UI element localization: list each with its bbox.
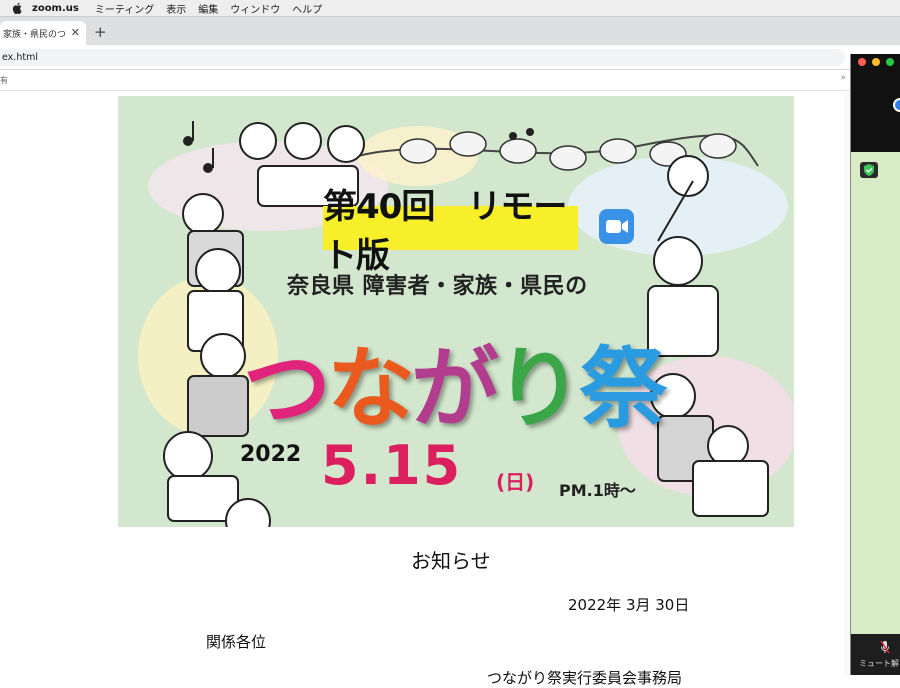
browser-tab[interactable]: 家族・県民のつ ✕	[0, 21, 86, 45]
menu-window[interactable]: ウィンドウ	[230, 1, 280, 16]
mic-muted-icon[interactable]	[880, 640, 890, 654]
window-close-icon[interactable]	[858, 58, 866, 66]
zoom-toolbar: ミュート解	[851, 634, 900, 675]
address-bar: ex.html	[0, 45, 850, 70]
zoom-meeting-panel: ミュート解	[850, 54, 900, 675]
window-minimize-icon[interactable]	[872, 58, 880, 66]
banner-main-title: つながり祭	[243, 318, 683, 440]
main-char-3: が	[411, 337, 499, 440]
apple-icon[interactable]	[12, 2, 24, 14]
main-char-1: つ	[243, 337, 331, 440]
menu-edit[interactable]: 編集	[198, 1, 218, 16]
notice-date: 2022年 3月 30日	[568, 596, 690, 614]
main-char-4: り	[495, 337, 583, 440]
notice-addressee: 関係各位	[206, 633, 267, 651]
zoom-camera-icon	[599, 209, 634, 244]
event-banner: 第40回 リモート版 奈良県 障害者・家族・県民の つながり祭 2022 5.1…	[118, 96, 794, 527]
notice-sender: つながり祭実行委員会事務局	[487, 669, 683, 687]
mac-menu-bar: zoom.us ミーティング 表示 編集 ウィンドウ ヘルプ	[0, 0, 900, 17]
url-text: ex.html	[2, 52, 38, 63]
bookmarks-bar: 有 »	[0, 70, 850, 91]
banner-edition: 第40回 リモート版	[323, 187, 578, 276]
banner-day: (日)	[496, 470, 535, 494]
banner-date: 5.15	[321, 434, 463, 497]
url-field[interactable]: ex.html	[0, 49, 845, 66]
page-content: 第40回 リモート版 奈良県 障害者・家族・県民の つながり祭 2022 5.1…	[0, 91, 850, 687]
tab-title: 家族・県民のつ	[3, 29, 67, 40]
notice-title: お知らせ	[411, 549, 491, 573]
mute-button-label[interactable]: ミュート解	[859, 658, 899, 669]
menu-meeting[interactable]: ミーティング	[95, 1, 154, 16]
menu-help[interactable]: ヘルプ	[292, 1, 322, 16]
menu-view[interactable]: 表示	[166, 1, 186, 16]
browser-tab-strip: 家族・県民のつ ✕ +	[0, 17, 900, 45]
zoom-video-area	[851, 54, 900, 152]
bookmarks-more-icon[interactable]: »	[840, 73, 846, 83]
participant-video-icon[interactable]	[893, 98, 900, 112]
security-shield-icon[interactable]	[860, 162, 878, 178]
bookmark-item[interactable]: 有	[0, 75, 8, 86]
window-zoom-icon[interactable]	[886, 58, 894, 66]
close-icon[interactable]: ✕	[71, 26, 80, 39]
banner-subtitle: 奈良県 障害者・家族・県民の	[287, 274, 588, 299]
banner-year: 2022	[240, 442, 302, 467]
main-char-2: な	[327, 337, 415, 440]
new-tab-button[interactable]: +	[94, 23, 107, 41]
main-char-5: 祭	[579, 337, 667, 440]
banner-time: PM.1時～	[559, 481, 636, 500]
menu-app-zoom[interactable]: zoom.us	[32, 3, 79, 14]
